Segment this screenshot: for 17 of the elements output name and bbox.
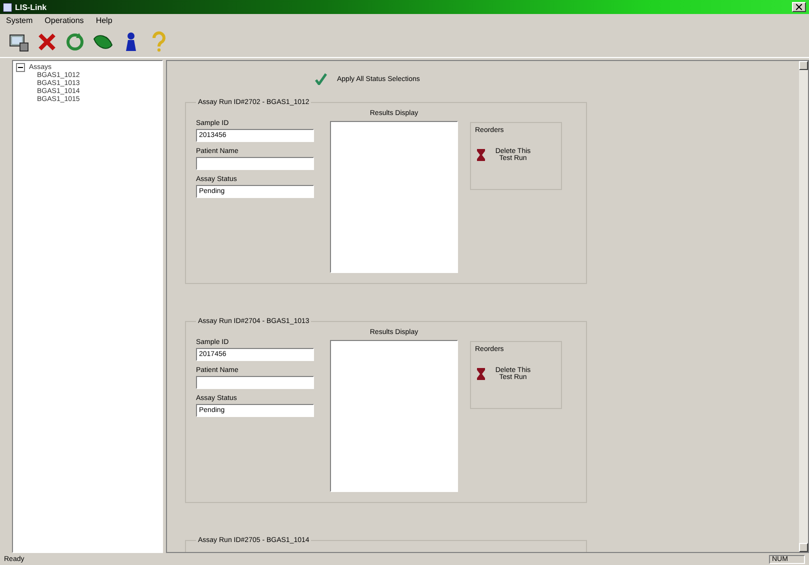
close-icon [36, 31, 58, 53]
hourglass-icon [477, 149, 485, 161]
refresh-icon [64, 31, 86, 53]
hourglass-icon [477, 368, 485, 380]
close-icon [796, 4, 802, 10]
input-field[interactable] [196, 157, 314, 170]
toolbar-button[interactable] [36, 31, 58, 53]
scrollbar[interactable] [799, 61, 808, 552]
input-field[interactable] [196, 376, 314, 389]
app-icon [3, 2, 12, 12]
menu-item[interactable]: Operations [42, 16, 86, 25]
checkmark-icon[interactable] [315, 73, 327, 85]
expander-icon[interactable] [16, 63, 25, 72]
menu-item[interactable]: System [4, 16, 35, 25]
menu-item[interactable]: Help [94, 16, 114, 25]
close-button[interactable] [792, 2, 806, 12]
window-title: LIS-Link [15, 2, 47, 12]
